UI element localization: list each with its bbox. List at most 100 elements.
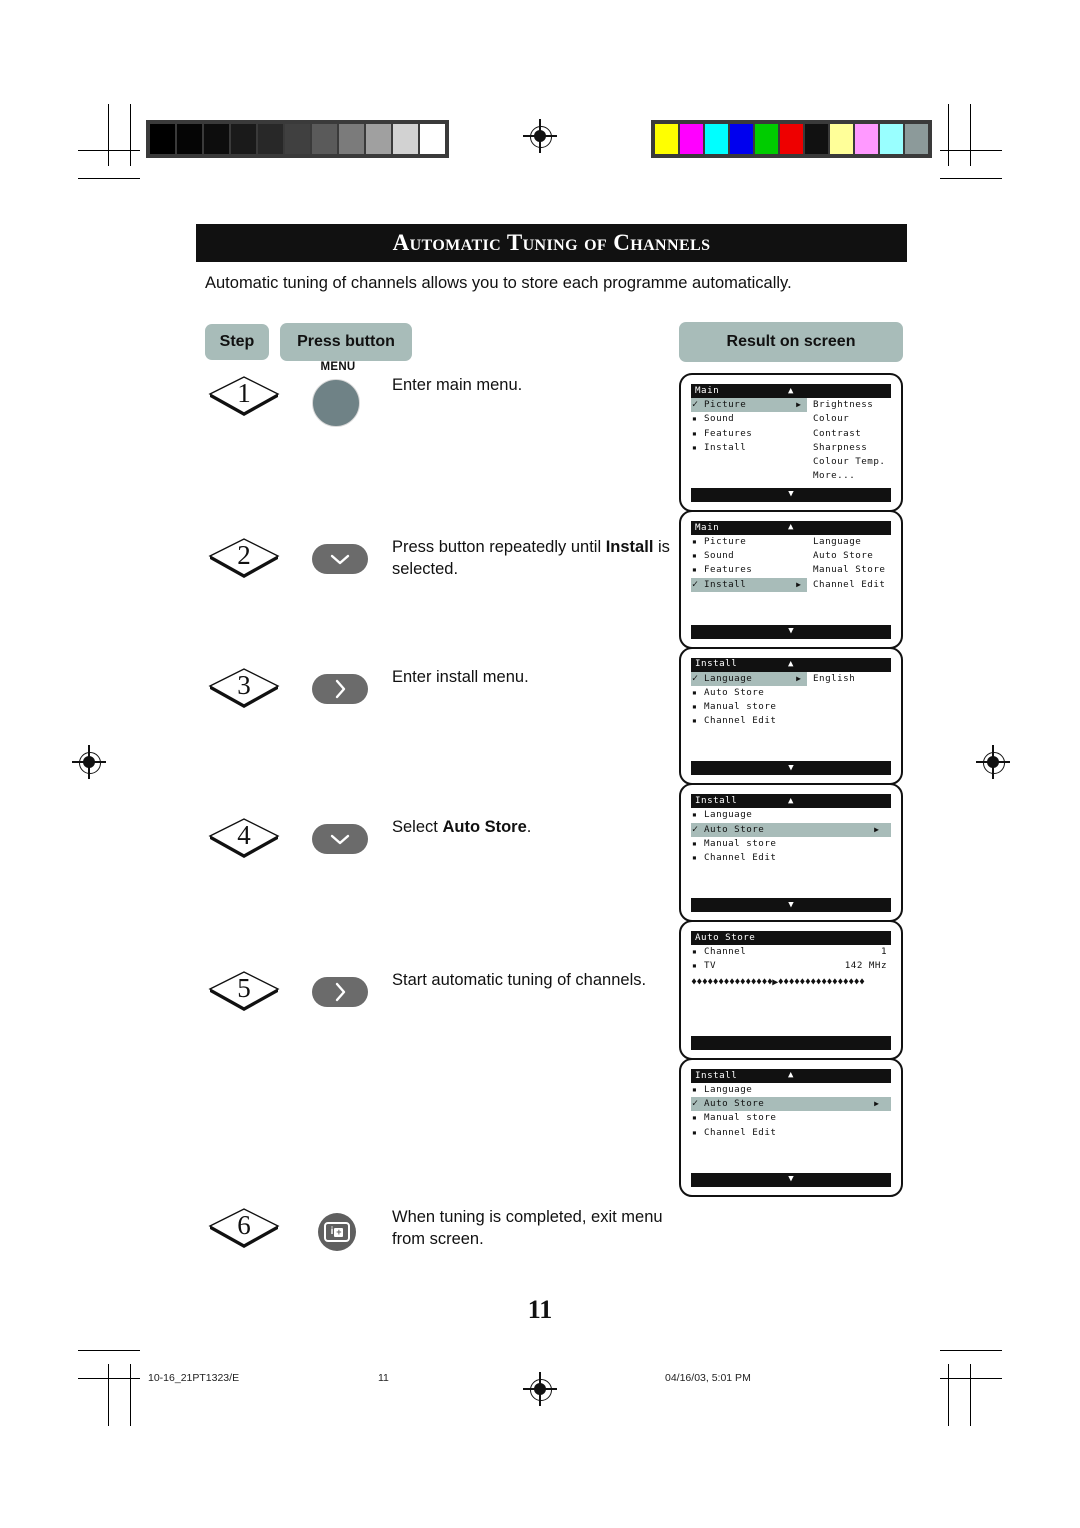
scroll-down-arrow-icon[interactable]: ▼ xyxy=(788,627,793,636)
scroll-up-arrow-icon[interactable]: ▲ xyxy=(788,523,794,532)
colour-patch-5 xyxy=(780,124,803,154)
bullet-icon: ▪ xyxy=(692,961,697,971)
scroll-up-arrow-icon[interactable]: ▲ xyxy=(788,1071,794,1080)
osd-screen-4: Install ▲ ▪ Language ▶ ✓ Auto Store ▪ Manual sto… xyxy=(679,783,903,923)
osd-menu-row[interactable]: ▪ Manual store xyxy=(691,1111,891,1125)
osd-row-right-label: Brightness xyxy=(813,399,874,410)
osd-row-right-label: Colour Temp. xyxy=(813,456,886,468)
osd-row-value: 142 MHz xyxy=(844,960,887,972)
crop-mark-bottom-left-v2 xyxy=(130,1364,131,1426)
step-number-diamond: 3 xyxy=(208,665,280,709)
bullet-icon: ▪ xyxy=(692,810,697,820)
osd-header-title: Auto Store xyxy=(695,931,756,943)
osd-row-label: Auto Store xyxy=(704,1098,765,1110)
osd-value-row[interactable]: ▪ TV 142 MHz xyxy=(691,959,891,973)
osd-menu-row[interactable]: ▪ Auto Store xyxy=(691,686,891,700)
osd-menu-row[interactable]: More... xyxy=(691,469,891,483)
osd-menu-row[interactable]: ▪ Language xyxy=(691,1083,891,1097)
osd-value-row[interactable]: ▪ Channel 1 xyxy=(691,945,891,959)
osd-row-left: ▪ Sound xyxy=(691,549,807,563)
osd-menu-row[interactable]: ▪ Manual store xyxy=(691,837,891,851)
osd-menu-row[interactable]: ▪ Picture Language xyxy=(691,535,891,549)
scroll-down-arrow-icon[interactable]: ▼ xyxy=(788,1175,793,1184)
step-instruction-text: Enter install menu. xyxy=(392,667,672,689)
osd-menu-row[interactable]: ▪ Sound Colour xyxy=(691,412,891,426)
osd-header-title: Install xyxy=(695,658,738,670)
osd-menu-row[interactable]: ✓ Language ▶ English xyxy=(691,671,891,686)
submenu-arrow-icon: ▶ xyxy=(874,1099,879,1109)
cursor-down-button[interactable] xyxy=(312,544,368,574)
osd-row-left: ▪ Features xyxy=(691,563,807,577)
osd-row-right-label: Auto Store xyxy=(813,550,874,562)
osd-header-title: Main xyxy=(695,521,720,533)
column-header-step: Step xyxy=(205,324,269,360)
osd-row-value: 1 xyxy=(880,946,887,958)
osd-row-label: Auto Store xyxy=(704,823,765,835)
osd-row-left: ✓ Picture ▶ xyxy=(691,398,807,413)
cursor-right-button[interactable] xyxy=(312,977,368,1007)
osd-menu-row xyxy=(691,743,891,757)
grayscale-patch-1 xyxy=(177,124,202,154)
bullet-icon: ▪ xyxy=(692,716,697,726)
osd-row-label: Language xyxy=(704,809,753,821)
osd-menu-row[interactable]: ▪ Features Contrast xyxy=(691,427,891,441)
osd-menu-row[interactable]: ✓ Install ▶ Channel Edit xyxy=(691,577,891,592)
osd-menu-row[interactable]: ▶ ✓ Auto Store xyxy=(691,1097,891,1112)
osd-menu-row xyxy=(691,1140,891,1154)
osd-row-label: Install xyxy=(704,578,747,590)
osd-menu-row[interactable]: ▪ Channel Edit xyxy=(691,851,891,865)
checkmark-icon: ✓ xyxy=(692,578,699,590)
osd-footer xyxy=(691,1035,891,1050)
osd-menu-row[interactable]: ▪ Manual store xyxy=(691,700,891,714)
osd-header: Auto Store xyxy=(691,931,891,946)
tuning-progress-bar: ♦♦♦♦♦♦♦♦♦♦♦♦♦♦♦▶♦♦♦♦♦♦♦♦♦♦♦♦♦♦♦♦ xyxy=(691,976,865,988)
cursor-right-button[interactable] xyxy=(312,674,368,704)
exit-menu-button[interactable]: i + xyxy=(318,1213,356,1251)
footer-document-code: 10-16_21PT1323/E xyxy=(148,1372,240,1384)
crop-mark-top-right-h2 xyxy=(940,178,1002,179)
osd-row-right-label: Manual Store xyxy=(813,564,886,576)
intro-paragraph: Automatic tuning of channels allows you … xyxy=(205,274,792,292)
scroll-up-arrow-icon[interactable]: ▲ xyxy=(788,386,794,396)
osd-menu-row[interactable]: ▶ ✓ Auto Store xyxy=(691,822,891,837)
registration-mark-bottom xyxy=(523,1372,557,1406)
osd-menu-row[interactable]: ▪ Sound Auto Store xyxy=(691,549,891,563)
grayscale-patch-3 xyxy=(231,124,256,154)
scroll-down-arrow-icon[interactable]: ▼ xyxy=(788,900,793,910)
osd-menu-row[interactable]: ▪ Channel Edit xyxy=(691,714,891,728)
osd-screens-column: Main ▲ ✓ Picture ▶ Brightness ▪ Sound Colour ▪ Fea… xyxy=(679,373,903,1197)
menu-button-label: MENU xyxy=(320,361,356,373)
osd-menu-row[interactable]: ✓ Picture ▶ Brightness xyxy=(691,398,891,413)
crop-mark-top-left-v2 xyxy=(130,104,131,166)
cursor-down-button[interactable] xyxy=(312,824,368,854)
column-header-result-on-screen: Result on screen xyxy=(679,322,903,362)
osd-menu-row[interactable]: ▪ Install Sharpness xyxy=(691,441,891,455)
submenu-arrow-icon: ▶ xyxy=(796,400,801,410)
page-title-bar: Automatic Tuning of Channels xyxy=(196,224,907,262)
osd-menu-row[interactable]: ▪ Features Manual Store xyxy=(691,563,891,577)
osd-menu-row[interactable]: Colour Temp. xyxy=(691,455,891,469)
osd-body: ▪ Channel 1 ▪ TV 142 MHz ♦♦♦♦♦♦♦♦♦♦♦♦♦♦♦▶♦♦♦♦♦… xyxy=(691,945,891,1032)
osd-row-label: Channel Edit xyxy=(704,715,777,727)
bullet-icon: ▪ xyxy=(692,1113,697,1123)
footer-page-number: 11 xyxy=(378,1372,389,1384)
osd-row-left: ▪ Manual store xyxy=(691,837,807,851)
grayscale-patch-7 xyxy=(339,124,364,154)
grayscale-patch-2 xyxy=(204,124,229,154)
colour-patch-7 xyxy=(830,124,853,154)
menu-button[interactable] xyxy=(312,379,360,427)
osd-menu-row[interactable]: ▪ Language xyxy=(691,808,891,822)
bullet-icon: ▪ xyxy=(692,428,697,438)
bullet-icon: ▪ xyxy=(692,1084,697,1094)
scroll-up-arrow-icon[interactable]: ▲ xyxy=(788,796,794,806)
osd-footer: ▼ xyxy=(691,761,891,776)
scroll-down-arrow-icon[interactable]: ▼ xyxy=(788,763,793,773)
scroll-down-arrow-icon[interactable]: ▼ xyxy=(788,490,793,499)
step-text-fragment: Start automatic tuning of channels. xyxy=(392,971,647,989)
osd-body: ✓ Picture ▶ Brightness ▪ Sound Colour ▪ Features… xyxy=(691,398,891,484)
bullet-icon: ▪ xyxy=(692,838,697,848)
osd-screen-1: Main ▲ ✓ Picture ▶ Brightness ▪ Sound Colour ▪ Fea… xyxy=(679,373,903,512)
osd-menu-row[interactable]: ▪ Channel Edit xyxy=(691,1126,891,1140)
scroll-up-arrow-icon[interactable]: ▲ xyxy=(788,660,794,669)
submenu-arrow-icon: ▶ xyxy=(874,824,879,834)
